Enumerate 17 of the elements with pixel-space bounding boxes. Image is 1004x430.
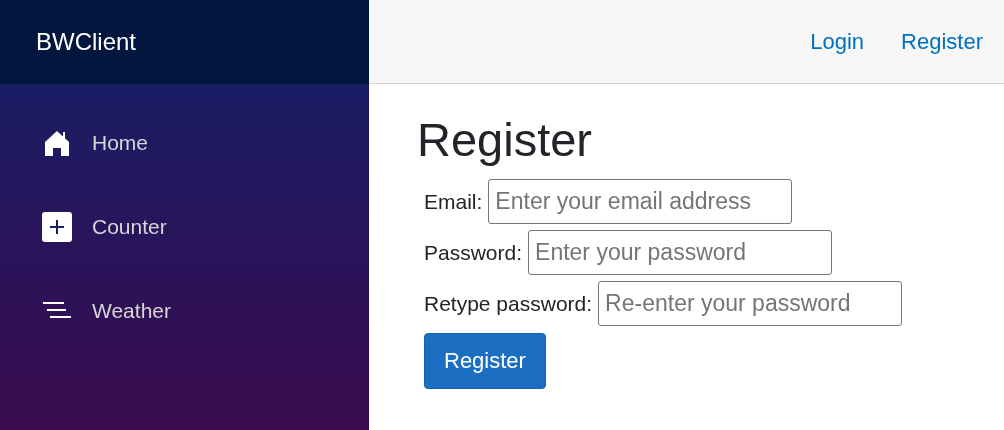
page-heading: Register — [417, 112, 592, 168]
home-icon — [44, 130, 70, 156]
input-field[interactable]: Enter your password — [528, 230, 833, 275]
top-link[interactable]: Register — [901, 28, 983, 55]
plus-icon — [42, 212, 72, 242]
register-button[interactable]: Register — [424, 333, 546, 389]
field-label: Retype password: — [424, 291, 593, 316]
nav-link[interactable]: Counter — [0, 185, 353, 269]
brand-title[interactable]: BWClient — [36, 28, 137, 56]
lines-icon — [42, 301, 72, 321]
input-field[interactable]: Re-enter your password — [598, 281, 903, 326]
field-label: Email: — [424, 189, 483, 214]
input-field[interactable]: Enter your email address — [488, 179, 793, 224]
nav-link[interactable]: Weather — [0, 269, 353, 353]
nav-link[interactable]: Home — [0, 101, 353, 185]
top-link[interactable]: Login — [810, 28, 865, 55]
field-label: Password: — [424, 240, 523, 265]
